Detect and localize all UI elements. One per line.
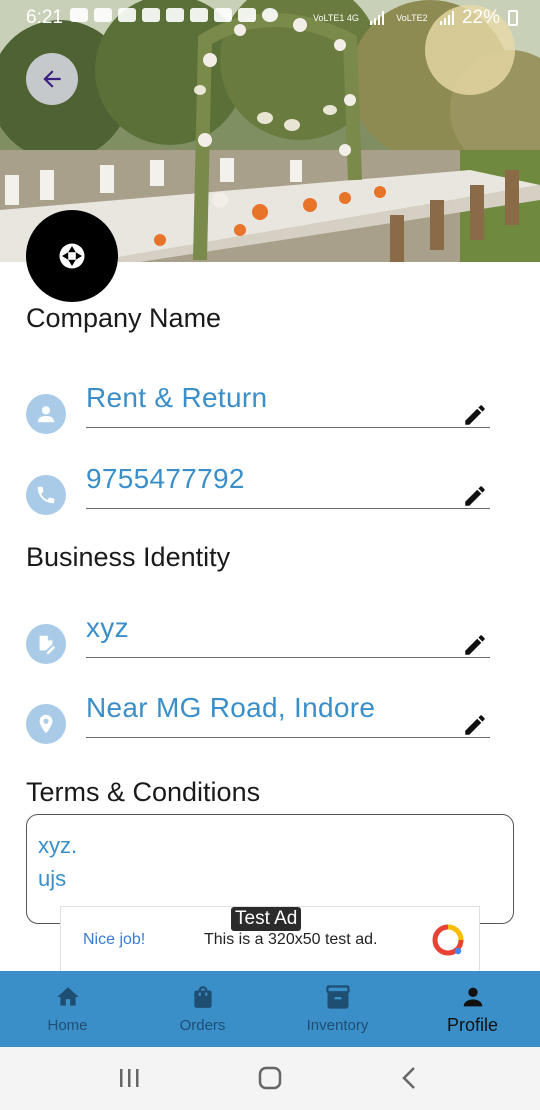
company-name-value: Rent & Return xyxy=(86,382,268,413)
arrow-left-icon xyxy=(43,70,61,88)
youtube-icon xyxy=(94,8,112,22)
recent-apps-icon[interactable] xyxy=(115,1065,145,1091)
ad-headline: Nice job! xyxy=(83,931,146,948)
field-underline xyxy=(86,737,490,738)
home-button-icon[interactable] xyxy=(255,1065,285,1091)
location-pin-icon xyxy=(26,704,66,744)
home-icon xyxy=(54,983,82,1011)
signal-icon xyxy=(439,11,454,25)
mail-icon xyxy=(214,8,232,22)
nav-label-inventory: Inventory xyxy=(306,1017,369,1034)
company-name-field[interactable]: Rent & Return xyxy=(26,382,492,442)
company-section-title: Company Name xyxy=(26,303,222,333)
edit-pencil-icon[interactable] xyxy=(462,483,488,509)
battery-percent: 22% xyxy=(461,7,500,28)
nav-tab-home[interactable]: Home xyxy=(0,971,135,1047)
nav-label-orders: Orders xyxy=(179,1017,226,1034)
battery-icon xyxy=(508,10,518,26)
shopping-bag-icon xyxy=(189,983,217,1011)
test-ad-badge: Test Ad xyxy=(231,907,302,931)
field-underline xyxy=(86,427,490,428)
status-time: 6:21 xyxy=(26,7,63,28)
document-edit-icon xyxy=(26,624,66,664)
whatsapp-icon xyxy=(262,8,278,22)
network-indicator-1: VoLTE1 4G xyxy=(313,12,359,23)
nav-tab-orders[interactable]: Orders xyxy=(135,971,270,1047)
address-value: Near MG Road, Indore xyxy=(86,692,376,723)
nav-tab-inventory[interactable]: Inventory xyxy=(270,971,405,1047)
ad-logo-icon xyxy=(432,924,464,956)
nav-label-profile: Profile xyxy=(446,1015,499,1035)
voicemail-icon xyxy=(238,8,256,22)
nav-tab-profile[interactable]: Profile xyxy=(405,971,540,1047)
profile-screen: 6:21 VoLTE1 4G VoLTE2 22% Company Name R… xyxy=(0,0,540,1110)
address-field[interactable]: Near MG Road, Indore xyxy=(26,692,492,752)
status-right: VoLTE1 4G VoLTE2 22% xyxy=(310,7,518,29)
business-identity-field[interactable]: xyz xyxy=(26,612,492,672)
signal-icon xyxy=(369,11,384,25)
back-button[interactable] xyxy=(26,53,78,105)
youtube-icon xyxy=(118,8,136,22)
phone-value: 9755477792 xyxy=(86,463,245,494)
business-section-title: Business Identity xyxy=(26,542,231,572)
person-icon xyxy=(26,394,66,434)
bottom-navigation: Home Orders Inventory Profile xyxy=(0,971,540,1047)
nav-label-home: Home xyxy=(47,1017,88,1034)
edit-pencil-icon[interactable] xyxy=(462,632,488,658)
camera-shutter-icon xyxy=(59,243,85,269)
phone-field[interactable]: 9755477792 xyxy=(26,463,492,523)
company-logo-avatar[interactable] xyxy=(26,210,118,302)
back-nav-icon[interactable] xyxy=(395,1065,425,1091)
youtube-icon xyxy=(142,8,160,22)
ad-description: This is a 320x50 test ad. xyxy=(204,931,378,948)
notification-icons xyxy=(70,8,278,22)
field-underline xyxy=(86,657,490,658)
edit-pencil-icon[interactable] xyxy=(462,402,488,428)
network-indicator-2: VoLTE2 xyxy=(396,12,428,23)
business-identity-value: xyz xyxy=(86,612,129,643)
terms-text: xyz. ujs xyxy=(38,833,78,891)
terms-section-title: Terms & Conditions xyxy=(26,777,261,807)
accessibility-icon xyxy=(190,8,208,22)
system-navigation-bar xyxy=(0,1047,540,1110)
mail-icon xyxy=(166,8,184,22)
person-icon xyxy=(459,983,487,1011)
status-bar: 6:21 VoLTE1 4G VoLTE2 22% xyxy=(0,0,540,34)
youtube-icon xyxy=(70,8,88,22)
edit-pencil-icon[interactable] xyxy=(462,712,488,738)
phone-icon xyxy=(26,475,66,515)
field-underline xyxy=(86,508,490,509)
archive-box-icon xyxy=(324,983,352,1011)
